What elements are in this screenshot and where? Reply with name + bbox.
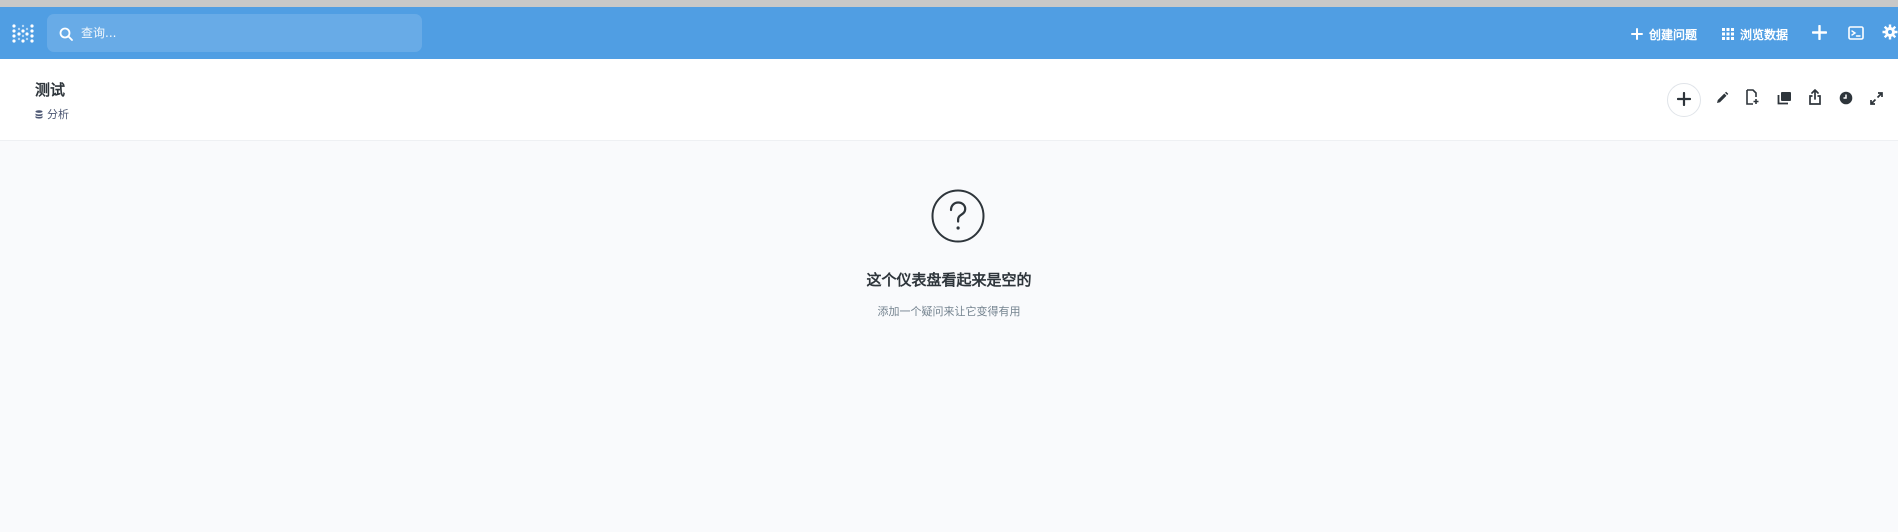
document-add-icon [1745, 89, 1759, 109]
plus-icon [1811, 24, 1827, 44]
fullscreen-button[interactable] [1864, 87, 1888, 111]
new-item-button[interactable] [1809, 24, 1829, 44]
browser-chrome-strip [0, 0, 1898, 7]
logo-icon[interactable] [12, 23, 34, 43]
search-icon [59, 26, 73, 41]
question-mark-icon [931, 189, 985, 243]
clock-icon [1839, 90, 1853, 109]
plus-icon [1631, 28, 1643, 40]
revision-history-button[interactable] [1834, 87, 1858, 111]
gear-icon [1882, 24, 1898, 44]
share-icon [1808, 89, 1822, 109]
native-query-button[interactable] [1846, 24, 1866, 44]
duplicate-button[interactable] [1772, 87, 1796, 111]
plus-icon [1676, 91, 1692, 110]
empty-state-title: 这个仪表盘看起来是空的 [866, 271, 1032, 289]
empty-state-subtitle: 添加一个疑问来让它变得有用 [877, 305, 1021, 318]
create-question-label: 创建问题 [1649, 27, 1698, 42]
share-button[interactable] [1803, 87, 1827, 111]
duplicate-icon [1777, 90, 1792, 109]
pencil-icon [1715, 90, 1729, 109]
top-navigation-bar: 创建问题 浏览数据 [0, 7, 1898, 59]
terminal-icon [1848, 25, 1864, 44]
empty-dashboard-state: 这个仪表盘看起来是空的 添加一个疑问来让它变得有用 [0, 140, 1898, 532]
database-icon [35, 109, 43, 119]
dashboard-title[interactable]: 测试 [35, 79, 65, 100]
grid-icon [1722, 28, 1734, 40]
dashboard-header: 测试 分析 [0, 59, 1898, 141]
create-question-button[interactable]: 创建问题 [1631, 24, 1697, 44]
edit-dashboard-button[interactable] [1710, 87, 1734, 111]
search-input[interactable] [79, 25, 403, 41]
browse-data-label: 浏览数据 [1740, 27, 1789, 42]
add-question-button[interactable] [1667, 83, 1701, 117]
browse-data-button[interactable]: 浏览数据 [1722, 24, 1788, 44]
collection-label: 分析 [47, 108, 69, 121]
add-document-button[interactable] [1740, 87, 1764, 111]
collection-breadcrumb[interactable]: 分析 [35, 106, 69, 122]
search-bar[interactable] [47, 14, 422, 52]
expand-icon [1869, 90, 1883, 109]
settings-button[interactable] [1882, 24, 1898, 44]
